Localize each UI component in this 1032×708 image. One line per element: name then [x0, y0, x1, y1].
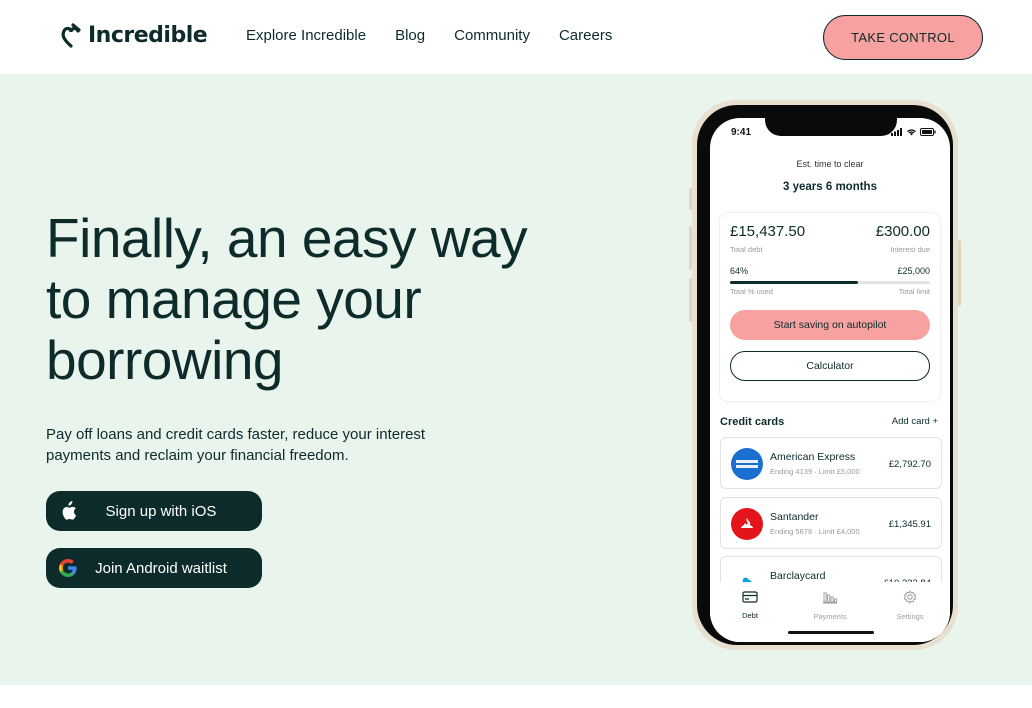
- android-waitlist-button[interactable]: Join Android waitlist: [46, 548, 262, 588]
- apple-icon: [58, 501, 78, 521]
- phone-notch: [765, 118, 897, 136]
- nav-links: Explore Incredible Blog Community Career…: [246, 27, 612, 44]
- card-icon: [742, 591, 758, 603]
- tab-label: Payments: [813, 612, 847, 621]
- tab-payments[interactable]: Payments: [790, 590, 870, 621]
- card-item-amex[interactable]: American Express Ending 4139 · Limit £5,…: [720, 437, 942, 489]
- usage-progress-bar: [730, 281, 930, 284]
- ios-button-label: Sign up with iOS: [105, 502, 217, 520]
- tab-label: Settings: [896, 612, 924, 621]
- payments-icon: [823, 592, 838, 604]
- gear-icon: [903, 589, 917, 605]
- phone-volume-up: [689, 226, 692, 270]
- take-control-button[interactable]: TAKE CONTROL: [823, 15, 983, 60]
- calculator-button[interactable]: Calculator: [730, 351, 930, 381]
- amex-logo-icon: [731, 448, 763, 480]
- santander-logo-icon: [731, 508, 763, 540]
- add-card-button[interactable]: Add card +: [892, 416, 938, 427]
- status-time: 9:41: [731, 127, 752, 138]
- total-limit-value: £25,000: [897, 266, 930, 276]
- android-button-label: Join Android waitlist: [95, 559, 227, 577]
- interest-due-value: £300.00: [875, 223, 930, 240]
- google-icon: [58, 558, 78, 578]
- nav-link-community[interactable]: Community: [454, 27, 530, 44]
- top-nav: Incredible Explore Incredible Blog Commu…: [0, 0, 1032, 74]
- nav-link-blog[interactable]: Blog: [395, 27, 425, 44]
- usage-progress-fill: [730, 281, 858, 284]
- status-icons: [891, 128, 936, 136]
- total-debt-label: Total debt: [730, 245, 763, 254]
- phone-bezel: 9:41 Est. time to clear 3 years 6 months: [697, 105, 953, 645]
- interest-due-label: Interest due: [890, 245, 930, 254]
- total-limit-label: Total limit: [898, 287, 930, 296]
- card-name: Barclaycard: [770, 570, 826, 582]
- hero-headline: Finally, an easy way to manage your borr…: [46, 207, 528, 391]
- tab-settings[interactable]: Settings: [870, 589, 950, 621]
- wifi-icon: [907, 129, 916, 136]
- hero-subline: Pay off loans and credit cards faster, r…: [46, 426, 426, 464]
- phone-mute-switch: [689, 188, 692, 210]
- phone-screen: 9:41 Est. time to clear 3 years 6 months: [710, 118, 950, 642]
- est-time-label: Est. time to clear: [796, 159, 864, 169]
- tab-label: Debt: [742, 611, 758, 620]
- percent-used-value: 64%: [730, 266, 749, 276]
- brand-name: Incredible: [88, 22, 208, 48]
- est-time-value: 3 years 6 months: [783, 181, 877, 193]
- battery-icon: [920, 128, 936, 136]
- card-name: Santander: [770, 511, 819, 523]
- logo-mark-icon: [61, 23, 81, 48]
- card-amount: £1,345.91: [888, 519, 931, 530]
- tab-debt[interactable]: Debt: [710, 590, 790, 620]
- card-amount: £2,792.70: [888, 459, 931, 470]
- nav-link-careers[interactable]: Careers: [559, 27, 612, 44]
- phone-volume-down: [689, 278, 692, 322]
- phone-power-button: [958, 240, 961, 306]
- signal-icon: [891, 128, 902, 136]
- nav-link-explore[interactable]: Explore Incredible: [246, 27, 366, 44]
- card-meta: Ending 5678 · Limit £4,000: [770, 527, 860, 536]
- card-meta: Ending 4139 · Limit £5,000: [770, 467, 860, 476]
- phone-mockup: 9:41 Est. time to clear 3 years 6 months: [689, 100, 961, 650]
- percent-used-label: Total % used: [730, 287, 773, 296]
- brand-logo[interactable]: Incredible: [60, 22, 208, 48]
- card-item-santander[interactable]: Santander Ending 5678 · Limit £4,000 £1,…: [720, 497, 942, 549]
- debt-summary-card: £15,437.50 Total debt £300.00 Interest d…: [720, 213, 940, 401]
- home-indicator: [788, 631, 874, 634]
- autopilot-button[interactable]: Start saving on autopilot: [730, 310, 930, 340]
- credit-cards-title: Credit cards: [720, 416, 785, 428]
- card-name: American Express: [770, 451, 856, 463]
- total-debt-value: £15,437.50: [730, 223, 806, 240]
- ios-signup-button[interactable]: Sign up with iOS: [46, 491, 262, 531]
